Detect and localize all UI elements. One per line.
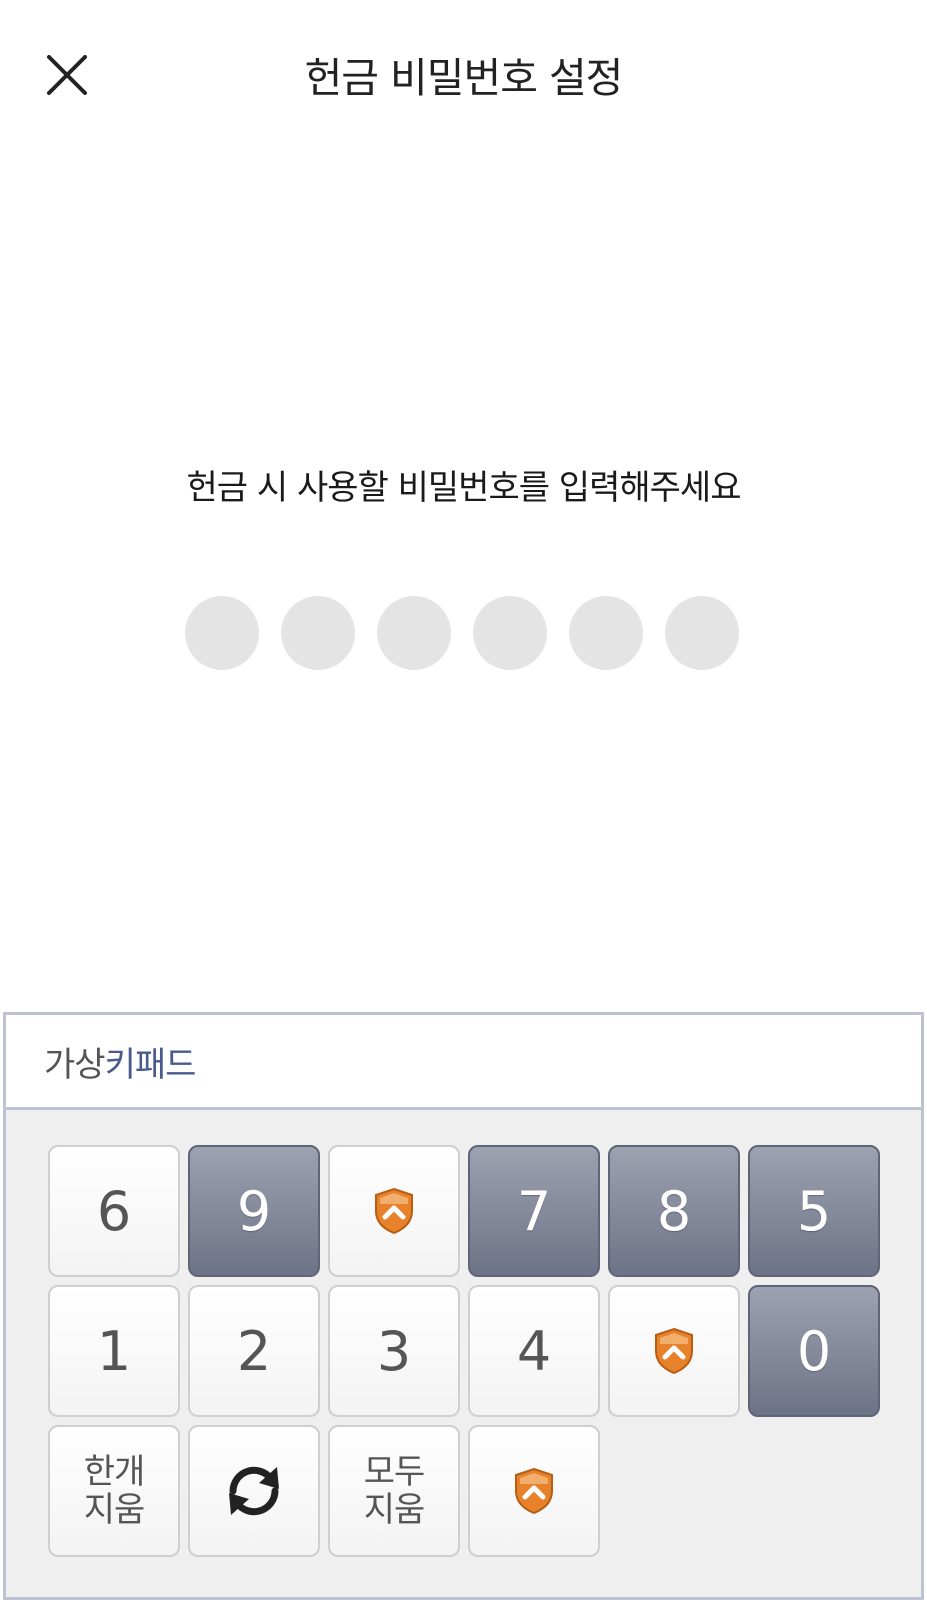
- key-3[interactable]: 3: [328, 1285, 460, 1417]
- shield-logo-icon: [655, 1327, 693, 1375]
- clear-all-button[interactable]: 모두 지움: [328, 1425, 460, 1557]
- refresh-icon: [229, 1466, 279, 1516]
- page-title: 헌금 비밀번호 설정: [304, 54, 624, 102]
- key-label: 4: [516, 1319, 552, 1383]
- key-7[interactable]: 7: [468, 1145, 600, 1277]
- pin-dot: [185, 596, 259, 670]
- empty-slot: [608, 1425, 740, 1557]
- key-4[interactable]: 4: [468, 1285, 600, 1417]
- keypad-title-part1: 가상: [44, 1044, 106, 1085]
- label-line: 한개: [83, 1452, 146, 1492]
- backspace-button[interactable]: 한개 지움: [48, 1425, 180, 1557]
- pin-dot: [281, 596, 355, 670]
- key-dummy[interactable]: [468, 1425, 600, 1557]
- key-label: 7: [516, 1179, 552, 1243]
- key-label: 5: [796, 1179, 832, 1243]
- key-label: 3: [376, 1319, 412, 1383]
- pin-dot: [473, 596, 547, 670]
- pin-dot: [377, 596, 451, 670]
- key-9[interactable]: 9: [188, 1145, 320, 1277]
- clear-all-label: 모두 지움: [363, 1452, 426, 1530]
- key-label: 1: [96, 1319, 132, 1383]
- key-5[interactable]: 5: [748, 1145, 880, 1277]
- label-line: 지움: [363, 1490, 426, 1530]
- key-label: 2: [236, 1319, 272, 1383]
- keypad-keys: 6 9 7 8 5 1 2 3 4 0 한개 지움 모두 지움: [48, 1145, 880, 1557]
- backspace-label: 한개 지움: [83, 1452, 146, 1530]
- key-8[interactable]: 8: [608, 1145, 740, 1277]
- label-line: 지움: [83, 1490, 146, 1530]
- key-0[interactable]: 0: [748, 1285, 880, 1417]
- key-2[interactable]: 2: [188, 1285, 320, 1417]
- shield-logo-icon: [515, 1467, 553, 1515]
- label-line: 모두: [363, 1452, 426, 1492]
- key-label: 8: [656, 1179, 692, 1243]
- pin-dot: [569, 596, 643, 670]
- virtual-keypad: 가상 키패드 6 9 7 8 5 1 2 3 4 0 한개 지움 모두 지움: [3, 1012, 924, 1600]
- empty-slot: [748, 1425, 880, 1557]
- keypad-header: 가상 키패드: [6, 1015, 921, 1110]
- key-1[interactable]: 1: [48, 1285, 180, 1417]
- shield-logo-icon: [375, 1187, 413, 1235]
- key-label: 6: [96, 1179, 132, 1243]
- pin-dot: [665, 596, 739, 670]
- password-prompt: 헌금 시 사용할 비밀번호를 입력해주세요: [186, 468, 742, 508]
- key-6[interactable]: 6: [48, 1145, 180, 1277]
- shuffle-button[interactable]: [188, 1425, 320, 1557]
- keypad-title-part2: 키패드: [104, 1044, 197, 1085]
- pin-indicator: [185, 596, 739, 670]
- key-dummy[interactable]: [608, 1285, 740, 1417]
- key-dummy[interactable]: [328, 1145, 460, 1277]
- key-label: 9: [236, 1179, 272, 1243]
- key-label: 0: [796, 1319, 832, 1383]
